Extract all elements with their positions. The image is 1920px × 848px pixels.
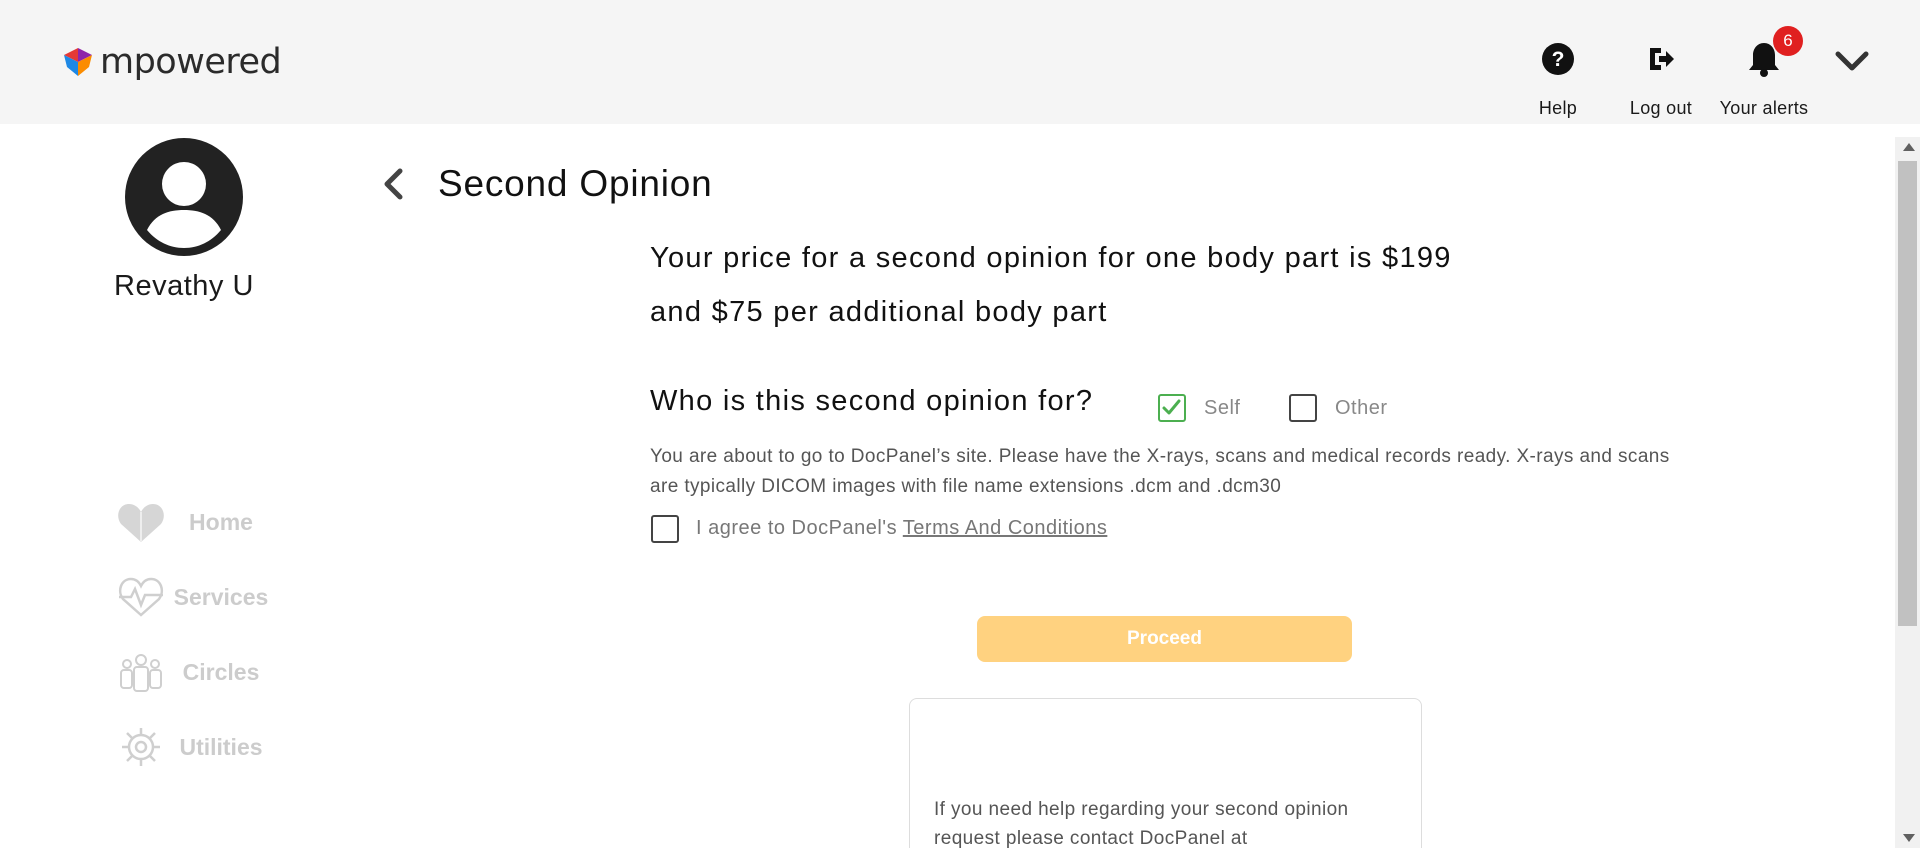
sidebar-item-label: Home — [189, 508, 253, 535]
scrollbar[interactable] — [1895, 137, 1920, 848]
alerts-label: Your alerts — [1719, 98, 1809, 118]
self-checkbox[interactable] — [1158, 394, 1186, 422]
agree-terms-text: I agree to DocPanel's Terms And Conditio… — [696, 517, 1107, 540]
terms-and-conditions-link[interactable]: Terms And Conditions — [903, 517, 1108, 539]
self-option-label[interactable]: Self — [1204, 397, 1240, 420]
sidebar-item-utilities[interactable]: Utilities — [115, 722, 275, 772]
other-option-label[interactable]: Other — [1335, 397, 1388, 420]
avatar[interactable] — [125, 138, 243, 256]
heart-home-icon — [115, 497, 167, 547]
sidebar-item-label: Utilities — [179, 733, 263, 760]
back-arrow-icon[interactable] — [380, 165, 408, 203]
other-checkbox[interactable] — [1289, 394, 1317, 422]
chevron-down-icon[interactable] — [1834, 46, 1870, 76]
logout-icon — [1650, 48, 1674, 70]
alerts-count-badge: 6 — [1773, 26, 1803, 56]
price-text-line-1: Your price for a second opinion for one … — [650, 242, 1452, 274]
agree-terms-checkbox[interactable] — [651, 515, 679, 543]
sidebar-item-label: Services — [173, 583, 269, 610]
people-icon — [115, 647, 167, 697]
svg-text:?: ? — [1552, 48, 1565, 71]
brand-logo[interactable]: mpowered — [62, 42, 282, 82]
agree-terms-prefix: I agree to DocPanel's — [696, 517, 903, 539]
sidebar-item-circles[interactable]: Circles — [115, 647, 275, 697]
brand-logo-icon — [64, 48, 92, 76]
scroll-down-arrow-icon[interactable] — [1903, 834, 1915, 842]
heartbeat-icon — [115, 572, 167, 622]
alerts-button[interactable]: 6 Your alerts — [1709, 26, 1819, 119]
help-contact-card: If you need help regarding your second o… — [909, 698, 1422, 848]
proceed-button[interactable]: Proceed — [977, 616, 1352, 662]
price-text-line-2: and $75 per additional body part — [650, 296, 1108, 328]
sidebar-item-services[interactable]: Services — [115, 572, 275, 622]
help-label: Help — [1538, 98, 1578, 118]
help-button[interactable]: ? Help — [1503, 38, 1613, 119]
scroll-up-arrow-icon[interactable] — [1903, 143, 1915, 151]
help-contact-text: If you need help regarding your second o… — [934, 799, 1349, 848]
recipient-question: Who is this second opinion for? — [650, 385, 1094, 417]
sidebar-item-label: Circles — [182, 658, 260, 685]
page-title: Second Opinion — [438, 163, 713, 204]
logout-label: Log out — [1629, 98, 1693, 118]
checkmark-icon — [1162, 399, 1181, 415]
gear-icon — [115, 722, 167, 772]
help-icon: ? — [1542, 43, 1574, 75]
top-header: mpowered ? Help Log out 6 Your alerts — [0, 0, 1920, 124]
sidebar-item-home[interactable]: Home — [115, 497, 275, 547]
docpanel-info-text: You are about to go to DocPanel’s site. … — [650, 446, 1670, 497]
scroll-thumb[interactable] — [1898, 161, 1917, 626]
logout-button[interactable]: Log out — [1606, 38, 1716, 119]
brand-name: mpowered — [100, 42, 282, 82]
user-name: Revathy U — [114, 270, 254, 302]
